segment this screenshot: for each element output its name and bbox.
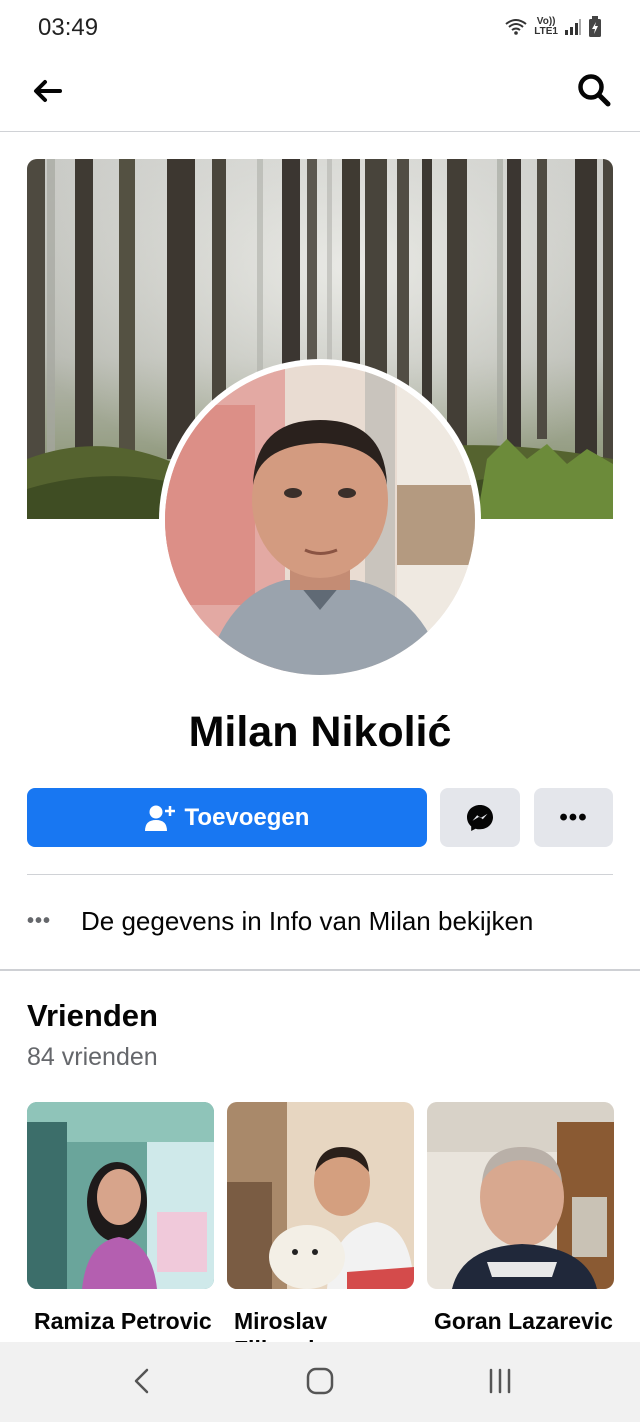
signal-icon — [565, 19, 581, 35]
add-friend-button[interactable]: Toevoegen — [27, 788, 427, 847]
profile-photo-image — [165, 365, 475, 675]
message-button[interactable] — [440, 788, 520, 847]
status-icons: Vo)) LTE1 — [504, 16, 602, 38]
about-info-text: De gegevens in Info van Milan bekijken — [81, 905, 534, 936]
friend-photo[interactable] — [427, 1102, 614, 1289]
actions-divider — [27, 874, 613, 875]
friend-card[interactable]: Goran Lazarevic — [427, 1102, 614, 1359]
info-dots-icon: ••• — [27, 909, 52, 932]
section-separator — [0, 969, 640, 971]
friend-card[interactable]: Ramiza Petrovic — [27, 1102, 214, 1359]
friend-card[interactable]: Miroslav Filipovic — [227, 1102, 414, 1359]
wifi-icon — [505, 19, 527, 35]
friend-photo-image — [427, 1102, 614, 1289]
top-nav — [0, 58, 640, 132]
avatar-frame — [159, 359, 481, 681]
friends-section-title[interactable]: Vrienden — [27, 998, 158, 1034]
header-divider — [0, 131, 640, 132]
search-icon[interactable] — [576, 72, 612, 108]
add-friend-label: Toevoegen — [184, 803, 310, 831]
system-nav-bar — [0, 1342, 640, 1422]
friend-photo-image — [27, 1102, 214, 1289]
lte-label: LTE1 — [534, 26, 558, 37]
messenger-icon — [467, 804, 493, 831]
profile-name: Milan Nikolić — [188, 708, 452, 756]
friend-photo-image — [227, 1102, 414, 1289]
more-options-button[interactable]: ••• — [534, 788, 613, 847]
system-home-icon[interactable] — [305, 1366, 335, 1396]
more-options-icon: ••• — [559, 803, 588, 831]
status-time: 03:49 — [38, 14, 99, 41]
system-recents-icon[interactable] — [485, 1366, 515, 1396]
friend-photo[interactable] — [227, 1102, 414, 1289]
arrow-left-icon[interactable] — [30, 74, 64, 108]
avatar[interactable] — [165, 365, 475, 675]
status-bar: 03:49 Vo)) LTE1 — [0, 0, 640, 56]
network-indicator: Vo)) LTE1 — [534, 17, 558, 37]
friend-photo[interactable] — [27, 1102, 214, 1289]
system-back-icon[interactable] — [128, 1366, 158, 1396]
add-friend-icon — [144, 805, 175, 831]
friends-count: 84 vrienden — [27, 1043, 158, 1071]
battery-icon — [589, 16, 601, 37]
about-info-link[interactable]: ••• De gegevens in Info van Milan bekijk… — [27, 897, 613, 945]
